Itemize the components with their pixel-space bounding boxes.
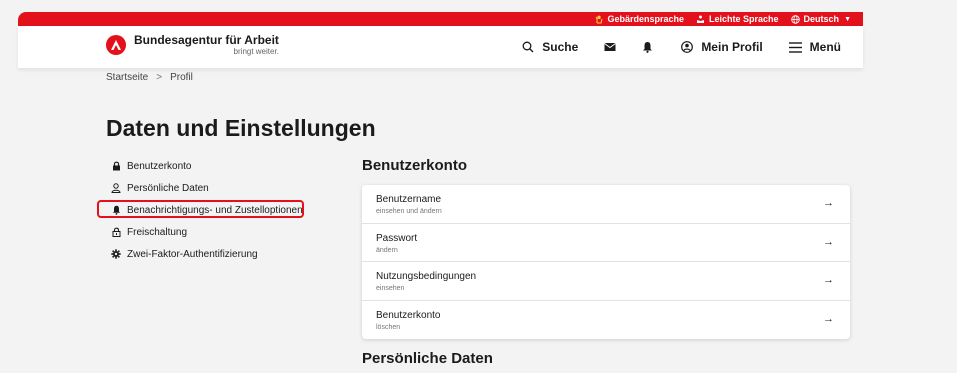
- unlock-icon: [111, 227, 121, 237]
- person-icon: [111, 183, 121, 193]
- row-title: Benutzername: [376, 194, 442, 205]
- page-title: Daten und Einstellungen: [106, 115, 376, 141]
- easy-language-label: Leichte Sprache: [709, 14, 779, 24]
- lock-icon: [111, 161, 121, 171]
- mailbox-button[interactable]: [604, 42, 624, 52]
- sign-language-icon: [596, 15, 603, 23]
- globe-icon: [790, 14, 800, 24]
- arrow-right-icon: →: [823, 312, 834, 325]
- sidenav-item-persoenliche-daten[interactable]: Persönliche Daten: [111, 177, 303, 199]
- easy-language-icon: [697, 15, 705, 23]
- brand-tagline: bringt weiter.: [233, 47, 279, 56]
- bell-icon: [643, 42, 653, 53]
- sidenav-item-benutzerkonto[interactable]: Benutzerkonto: [111, 155, 303, 177]
- breadcrumb: Startseite > Profil: [106, 72, 193, 83]
- settings-sidenav: Benutzerkonto Persönliche Daten Benachri…: [97, 155, 304, 265]
- utility-bar: Gebärdensprache Leichte Sprache Deutsch …: [18, 12, 863, 26]
- arrow-right-icon: →: [823, 235, 834, 248]
- sign-language-label: Gebärdensprache: [607, 14, 685, 24]
- arrow-right-icon: →: [823, 274, 834, 286]
- brand-logo-link[interactable]: Bundesagentur für Arbeit bringt weiter.: [106, 34, 279, 56]
- settings-row-benutzername[interactable]: Benutzername einsehen und ändern →: [362, 185, 850, 224]
- search-label: Suche: [542, 40, 579, 54]
- row-subtitle: einsehen: [376, 285, 405, 292]
- arrow-right-icon: →: [823, 197, 834, 209]
- my-profile-label: Mein Profil: [701, 40, 763, 54]
- row-subtitle: ändern: [376, 246, 398, 254]
- sidenav-item-zwei-faktor[interactable]: Zwei-Faktor-Authentifizierung: [111, 243, 303, 265]
- row-subtitle: löschen: [376, 323, 401, 331]
- highlight-annotation-box: [97, 200, 304, 218]
- breadcrumb-current: Profil: [170, 72, 193, 83]
- menu-label: Menü: [809, 40, 841, 54]
- breadcrumb-home-link[interactable]: Startseite: [106, 72, 148, 83]
- settings-row-konto-loeschen[interactable]: Benutzerkonto löschen →: [362, 301, 850, 340]
- settings-row-passwort[interactable]: Passwort ändern →: [362, 224, 850, 262]
- user-circle-icon: [681, 41, 694, 53]
- account-settings-card: Benutzername einsehen und ändern → Passw…: [362, 185, 850, 339]
- section-title-persoenliche-daten: Persönliche Daten: [362, 350, 493, 367]
- sidenav-item-label: Zwei-Faktor-Authentifizierung: [127, 248, 258, 260]
- sign-language-link[interactable]: Gebärdensprache: [595, 14, 684, 24]
- row-title: Benutzerkonto: [376, 309, 441, 321]
- sidenav-item-benachrichtigungen[interactable]: Benachrichtigungs- und Zustelloptionen: [97, 199, 304, 221]
- mail-icon: [604, 43, 617, 51]
- brand-title: Bundesagentur für Arbeit: [134, 33, 279, 47]
- language-label: Deutsch: [803, 14, 840, 24]
- sidenav-item-freischaltung[interactable]: Freischaltung: [111, 221, 303, 243]
- row-title: Passwort: [376, 232, 418, 244]
- sidenav-item-label: Benutzerkonto: [127, 160, 192, 172]
- search-button[interactable]: Suche: [522, 40, 578, 54]
- gear-icon: [111, 249, 121, 259]
- site-header: Bundesagentur für Arbeit bringt weiter. …: [18, 26, 863, 68]
- chevron-down-icon: ▼: [844, 15, 851, 23]
- language-selector[interactable]: Deutsch ▼: [790, 14, 851, 24]
- row-title: Nutzungsbedingungen: [376, 271, 477, 282]
- header-nav: Suche Mein Profil Menü: [496, 26, 841, 68]
- row-subtitle: einsehen und ändern: [376, 208, 442, 215]
- sidenav-item-label: Persönliche Daten: [127, 182, 209, 194]
- menu-button[interactable]: Menü: [788, 40, 841, 54]
- sidenav-item-label: Freischaltung: [127, 226, 188, 238]
- brand-logo-icon: [106, 35, 126, 55]
- easy-language-link[interactable]: Leichte Sprache: [696, 14, 779, 24]
- my-profile-button[interactable]: Mein Profil: [681, 40, 763, 54]
- hamburger-icon: [788, 41, 802, 53]
- breadcrumb-separator: >: [156, 72, 163, 83]
- section-title-benutzerkonto: Benutzerkonto: [362, 157, 467, 174]
- search-icon: [522, 41, 534, 53]
- notifications-button[interactable]: [642, 41, 661, 53]
- settings-row-nutzungsbedingungen[interactable]: Nutzungsbedingungen einsehen →: [362, 262, 850, 301]
